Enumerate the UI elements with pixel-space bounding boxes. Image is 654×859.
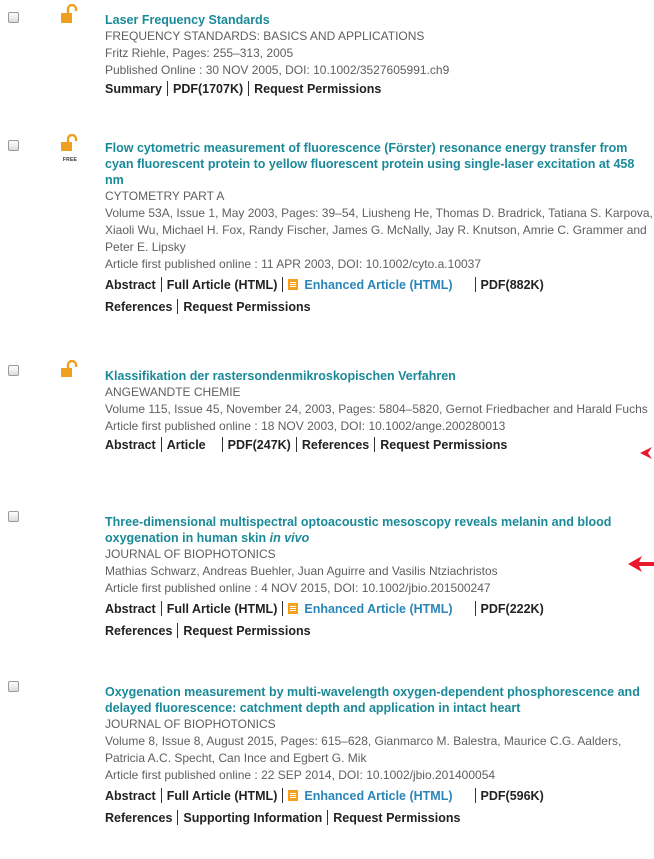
link-separator	[160, 277, 162, 292]
summary-link[interactable]: Summary	[105, 82, 162, 96]
link-separator	[282, 788, 284, 803]
red-arrow-icon	[628, 556, 654, 572]
enhanced-article-icon	[288, 790, 299, 801]
pdf-link[interactable]: PDF(222K)	[481, 602, 544, 616]
article-link[interactable]: Article	[167, 438, 206, 452]
article-title-link[interactable]: Laser Frequency Standards	[105, 12, 654, 28]
link-separator	[474, 788, 476, 803]
select-checkbox[interactable]	[8, 140, 19, 151]
article-details: Volume 53A, Issue 1, May 2003, Pages: 39…	[105, 206, 653, 254]
abstract-link[interactable]: Abstract	[105, 438, 156, 452]
article-title-link[interactable]: Flow cytometric measurement of fluoresce…	[105, 140, 654, 188]
link-separator	[295, 437, 297, 452]
enhanced-article-link[interactable]: Enhanced Article (HTML)	[304, 789, 452, 803]
link-separator	[374, 437, 376, 452]
article-links: Abstract Article PDF(247K) References Reques…	[105, 435, 654, 455]
article-title-link[interactable]: Three-dimensional multispectral optoacou…	[105, 514, 650, 546]
open-access-lock-icon	[60, 4, 78, 28]
link-separator	[166, 81, 168, 96]
link-separator	[474, 277, 476, 292]
article-title-text: Three-dimensional multispectral optoacou…	[105, 515, 612, 545]
free-access-lock-icon	[60, 134, 78, 158]
article-authors: Mathias Schwarz, Andreas Buehler, Juan A…	[105, 564, 498, 578]
publication-name: CYTOMETRY PART A	[105, 189, 225, 203]
link-separator	[474, 601, 476, 616]
publication-name: FREQUENCY STANDARDS: BASICS AND APPLICAT…	[105, 29, 425, 43]
enhanced-article-link[interactable]: Enhanced Article (HTML)	[304, 278, 452, 292]
enhanced-article-link[interactable]: Enhanced Article (HTML)	[304, 602, 452, 616]
pdf-link[interactable]: PDF(596K)	[481, 789, 544, 803]
article-details: Volume 8, Issue 8, August 2015, Pages: 6…	[105, 734, 622, 765]
publication-name: JOURNAL OF BIOPHOTONICS	[105, 547, 276, 561]
abstract-link[interactable]: Abstract	[105, 278, 156, 292]
link-separator	[282, 601, 284, 616]
article-links-row-2: References Request Permissions	[105, 297, 654, 317]
request-permissions-link[interactable]: Request Permissions	[380, 438, 507, 452]
publication-name: JOURNAL OF BIOPHOTONICS	[105, 717, 276, 731]
link-separator	[160, 788, 162, 803]
full-article-html-link[interactable]: Full Article (HTML)	[167, 602, 278, 616]
pdf-link[interactable]: PDF(1707K)	[173, 82, 243, 96]
article-links: Abstract Full Article (HTML) Enhanced Arti…	[105, 597, 654, 621]
references-link[interactable]: References	[302, 438, 369, 452]
published-date-doi: Article first published online : 18 NOV …	[105, 419, 506, 433]
link-separator	[248, 81, 250, 96]
published-date-doi: Article first published online : 11 APR …	[105, 257, 482, 271]
article-links-row-2: References Supporting Information Request …	[105, 808, 654, 828]
published-date-doi: Published Online : 30 NOV 2005, DOI: 10.…	[105, 63, 450, 77]
link-separator	[160, 437, 162, 452]
article-title-link[interactable]: Oxygenation measurement by multi-wavelen…	[105, 684, 653, 716]
pdf-link[interactable]: PDF(247K)	[228, 438, 291, 452]
red-arrow-icon	[640, 447, 652, 459]
pdf-link[interactable]: PDF(882K)	[481, 278, 544, 292]
published-date-doi: Article first published online : 4 NOV 2…	[105, 581, 491, 595]
free-label: FREE	[62, 157, 78, 163]
link-separator	[327, 810, 329, 825]
select-checkbox[interactable]	[8, 681, 19, 692]
references-link[interactable]: References	[105, 811, 172, 825]
select-checkbox[interactable]	[8, 365, 19, 376]
article-title-italic: in vivo	[269, 531, 310, 545]
request-permissions-link[interactable]: Request Permissions	[254, 82, 381, 96]
enhanced-article-icon	[288, 603, 299, 614]
link-separator	[177, 299, 179, 314]
open-access-lock-icon	[60, 360, 78, 384]
references-link[interactable]: References	[105, 300, 172, 314]
link-separator	[282, 277, 284, 292]
request-permissions-link[interactable]: Request Permissions	[183, 300, 310, 314]
link-separator	[177, 623, 179, 638]
select-checkbox[interactable]	[8, 511, 19, 522]
supporting-information-link[interactable]: Supporting Information	[183, 811, 322, 825]
references-link[interactable]: References	[105, 624, 172, 638]
article-details: Volume 115, Issue 45, November 24, 2003,…	[105, 402, 648, 416]
publication-name: ANGEWANDTE CHEMIE	[105, 385, 241, 399]
link-separator	[160, 601, 162, 616]
request-permissions-link[interactable]: Request Permissions	[333, 811, 460, 825]
article-title-link[interactable]: Klassifikation der rastersondenmikroskop…	[105, 368, 654, 384]
full-article-html-link[interactable]: Full Article (HTML)	[167, 278, 278, 292]
link-separator	[177, 810, 179, 825]
article-links: Abstract Full Article (HTML) Enhanced Arti…	[105, 273, 654, 297]
article-details: Fritz Riehle, Pages: 255–313, 2005	[105, 46, 294, 60]
request-permissions-link[interactable]: Request Permissions	[183, 624, 310, 638]
article-links-row-2: References Request Permissions	[105, 621, 654, 641]
published-date-doi: Article first published online : 22 SEP …	[105, 768, 496, 782]
article-links: Summary PDF(1707K) Request Permissions	[105, 79, 654, 99]
abstract-link[interactable]: Abstract	[105, 602, 156, 616]
article-links: Abstract Full Article (HTML) Enhanced Arti…	[105, 784, 654, 808]
abstract-link[interactable]: Abstract	[105, 789, 156, 803]
select-checkbox[interactable]	[8, 12, 19, 23]
link-separator	[221, 437, 223, 452]
full-article-html-link[interactable]: Full Article (HTML)	[167, 789, 278, 803]
enhanced-article-icon	[288, 279, 299, 290]
